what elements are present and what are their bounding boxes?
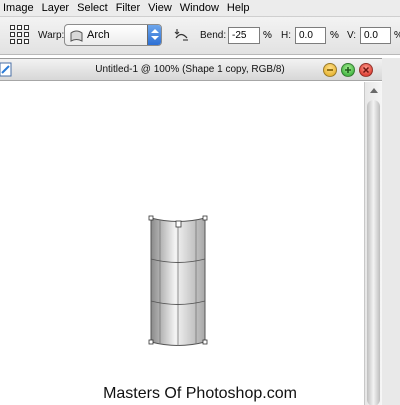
menu-filter[interactable]: Filter bbox=[112, 0, 144, 17]
zoom-icon bbox=[345, 67, 351, 73]
close-icon bbox=[362, 66, 370, 74]
h-label: H: bbox=[281, 30, 291, 41]
menu-view[interactable]: View bbox=[144, 0, 176, 17]
warp-mode-grid-icon[interactable] bbox=[10, 25, 30, 45]
minimize-icon bbox=[327, 69, 333, 71]
menu-bar: Image Layer Select Filter View Window He… bbox=[0, 0, 400, 17]
minimize-button[interactable] bbox=[323, 63, 337, 77]
h-percent: % bbox=[330, 30, 339, 41]
watermark-text: Masters Of Photoshop.com bbox=[103, 385, 297, 402]
menu-help[interactable]: Help bbox=[223, 0, 254, 17]
warp-style-select[interactable]: Arch bbox=[64, 24, 162, 46]
change-orientation-icon[interactable] bbox=[173, 26, 190, 43]
warp-label: Warp: bbox=[38, 30, 65, 41]
document-titlebar[interactable]: Untitled-1 @ 100% (Shape 1 copy, RGB/8) bbox=[0, 59, 382, 81]
bend-percent: % bbox=[263, 30, 272, 41]
select-arrows-icon bbox=[147, 25, 161, 45]
scroll-up-icon[interactable] bbox=[370, 88, 378, 93]
menu-layer[interactable]: Layer bbox=[38, 0, 74, 17]
vertical-scrollbar[interactable] bbox=[364, 82, 382, 405]
horizontal-distortion-field[interactable]: 0.0 bbox=[295, 27, 326, 44]
arch-style-icon bbox=[70, 30, 83, 42]
bend-field[interactable]: -25 bbox=[228, 27, 260, 44]
document-title: Untitled-1 @ 100% (Shape 1 copy, RGB/8) bbox=[95, 64, 285, 75]
scrollbar-thumb[interactable] bbox=[367, 100, 380, 405]
menu-select[interactable]: Select bbox=[73, 0, 112, 17]
workspace-edge bbox=[382, 58, 400, 405]
v-label: V: bbox=[347, 30, 357, 41]
warped-shape-arch[interactable] bbox=[138, 207, 220, 357]
menu-window[interactable]: Window bbox=[176, 0, 223, 17]
document-icon bbox=[0, 62, 12, 77]
options-bar: Warp: Arch Bend: -25 % H: 0.0 % V: 0.0 % bbox=[0, 17, 400, 55]
close-button[interactable] bbox=[359, 63, 373, 77]
zoom-button[interactable] bbox=[341, 63, 355, 77]
vertical-distortion-field[interactable]: 0.0 bbox=[360, 27, 391, 44]
bend-label: Bend: bbox=[200, 30, 227, 41]
v-percent: % bbox=[394, 30, 400, 42]
menu-image[interactable]: Image bbox=[0, 0, 38, 17]
warp-style-value: Arch bbox=[87, 29, 110, 41]
